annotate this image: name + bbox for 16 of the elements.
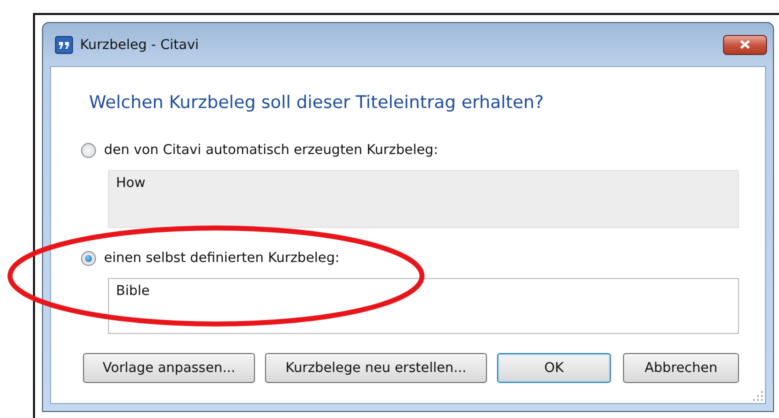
- app-icon: [55, 36, 73, 54]
- close-button[interactable]: [723, 34, 767, 54]
- resize-grip-icon: [753, 391, 763, 401]
- dialog-heading: Welchen Kurzbeleg soll dieser Titeleintrag erhalten?: [89, 93, 545, 113]
- window-title: Kurzbeleg - Citavi: [80, 36, 199, 52]
- radio-label[interactable]: einen selbst definierten Kurzbeleg:: [104, 250, 340, 266]
- radio-label[interactable]: den von Citavi automatisch erzeugten Kurzbeleg:: [104, 142, 438, 158]
- dialog-button[interactable]: Kurzbelege neu erstellen...: [265, 353, 487, 383]
- dialog-button[interactable]: Vorlage anpassen...: [83, 353, 255, 383]
- dialog-button[interactable]: Abbrechen: [623, 353, 739, 383]
- text-field[interactable]: Bible: [108, 278, 739, 334]
- close-icon: [738, 39, 752, 50]
- radio-button[interactable]: [81, 142, 96, 158]
- dialog-button[interactable]: OK: [497, 353, 611, 383]
- text-field[interactable]: How: [108, 170, 739, 228]
- radio-button[interactable]: [81, 250, 96, 266]
